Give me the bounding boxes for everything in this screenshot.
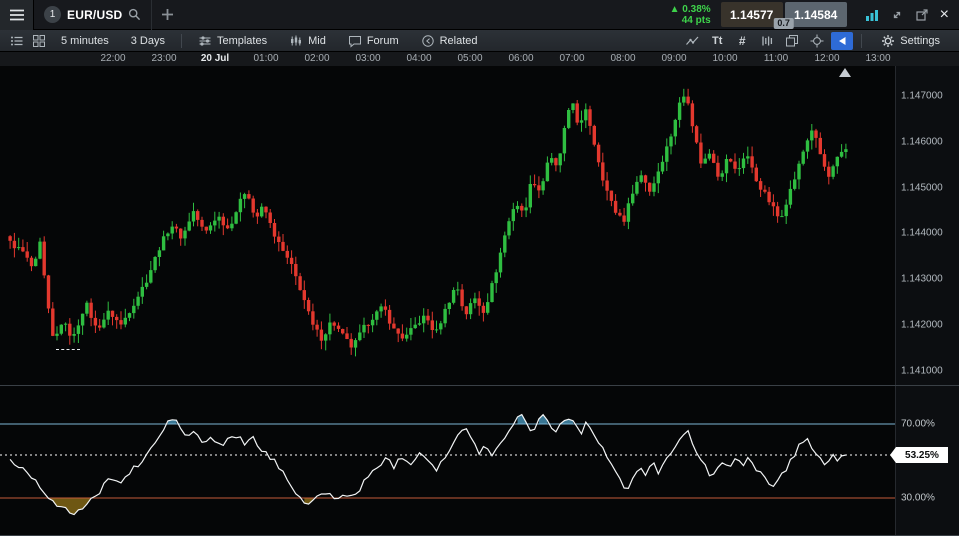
pattern-tool-button[interactable] (756, 32, 778, 50)
toolbar-right-group: Tt # Settings (681, 30, 959, 51)
price-buttons: 1.14577 1.14584 0.7 (721, 2, 847, 27)
range-label: 3 Days (131, 35, 165, 47)
list-icon (10, 34, 24, 48)
settings-label: Settings (900, 35, 940, 47)
time-axis-label: 04:00 (406, 53, 431, 64)
close-icon[interactable]: × (940, 8, 949, 22)
time-axis-label: 06:00 (508, 53, 533, 64)
trading-chart-window: 1 EUR/USD ▲ 0.38% 44 pts 1.14577 1.14584… (0, 0, 959, 536)
back-circle-icon (421, 34, 435, 48)
time-axis-label: 01:00 (253, 53, 278, 64)
time-axis-label: 09:00 (661, 53, 686, 64)
time-axis-label: 13:00 (865, 53, 890, 64)
price-axis-label: 1.147000 (901, 91, 943, 102)
price-axis[interactable]: 1.147000 1.146000 1.145000 1.144000 1.143000… (895, 66, 959, 385)
time-axis[interactable]: 22:00 23:00 20 Jul 01:00 02:00 03:00 04:00 05:0… (0, 52, 959, 66)
text-tool-icon: Tt (712, 35, 722, 47)
grid-tool-button[interactable]: # (731, 32, 753, 50)
price-level-dash (56, 349, 80, 350)
sliders-icon (198, 34, 212, 48)
time-axis-label: 10:00 (712, 53, 737, 64)
indicator-panel: 70.00% 30.00% 53.25% (0, 386, 959, 536)
price-change-summary: ▲ 0.38% 44 pts (670, 4, 711, 26)
current-value-tag: 53.25% (896, 447, 948, 463)
toolbar-separator (181, 34, 182, 48)
instrument-count-badge: 1 (44, 6, 61, 23)
price-axis-label: 1.141000 (901, 365, 943, 376)
spread-value: 0.7 (773, 18, 794, 29)
interval-selector[interactable]: 5 minutes (50, 30, 120, 51)
text-tool-button[interactable]: Tt (706, 32, 728, 50)
topbar: 1 EUR/USD ▲ 0.38% 44 pts 1.14577 1.14584… (0, 0, 959, 30)
up-arrow-icon: ▲ (670, 4, 680, 15)
price-axis-label: 1.144000 (901, 228, 943, 239)
current-time-marker (839, 68, 851, 77)
price-type-label: Mid (308, 35, 326, 47)
plus-icon (162, 9, 173, 20)
pointer-tool-button[interactable] (831, 32, 853, 50)
time-axis-label: 08:00 (610, 53, 635, 64)
forum-label: Forum (367, 35, 399, 47)
pointer-arrow-icon (836, 35, 848, 47)
gear-icon (881, 34, 895, 48)
duplicate-tool-button[interactable] (781, 32, 803, 50)
settings-button[interactable]: Settings (870, 30, 951, 51)
forum-button[interactable]: Forum (337, 30, 410, 51)
main-chart-panel: 1.147000 1.146000 1.145000 1.144000 1.143000… (0, 66, 959, 385)
templates-label: Templates (217, 35, 267, 47)
layout-grid-button[interactable] (28, 32, 50, 50)
change-percent: 0.38% (682, 4, 710, 15)
price-axis-label: 1.146000 (901, 136, 943, 147)
time-axis-label: 03:00 (355, 53, 380, 64)
price-type-button[interactable]: Mid (278, 30, 337, 51)
search-icon[interactable] (128, 8, 141, 21)
trend-lines-icon (685, 34, 700, 48)
change-points: 44 pts (670, 15, 711, 26)
time-axis-label: 22:00 (100, 53, 125, 64)
time-axis-label: 07:00 (559, 53, 584, 64)
oversold-label: 30.00% (901, 493, 935, 504)
market-depth-icon[interactable] (865, 8, 879, 22)
time-axis-label: 20 Jul (201, 53, 229, 64)
time-axis-label: 05:00 (457, 53, 482, 64)
related-button[interactable]: Related (410, 30, 489, 51)
instrument-title: EUR/USD (67, 8, 122, 22)
price-axis-label: 1.145000 (901, 182, 943, 193)
related-label: Related (440, 35, 478, 47)
indicator-axis[interactable]: 70.00% 30.00% 53.25% (895, 386, 959, 536)
chart-toolbar: 5 minutes 3 Days Templates Mid Forum Rel… (0, 30, 959, 52)
time-axis-label: 23:00 (151, 53, 176, 64)
range-selector[interactable]: 3 Days (120, 30, 176, 51)
templates-button[interactable]: Templates (187, 30, 278, 51)
overbought-label: 70.00% (901, 419, 935, 430)
bars-pattern-icon (760, 34, 774, 48)
time-axis-label: 11:00 (764, 53, 788, 64)
crosshair-tool-button[interactable] (806, 32, 828, 50)
topbar-icons: × (855, 8, 959, 22)
overlapping-windows-icon (785, 34, 799, 48)
time-axis-label: 02:00 (304, 53, 329, 64)
speech-bubble-icon (348, 34, 362, 48)
candlestick-plot[interactable] (0, 66, 895, 385)
trendline-tool-button[interactable] (681, 32, 703, 50)
grid-layout-icon (32, 34, 46, 48)
buy-price-button[interactable]: 1.14584 (785, 2, 847, 27)
oscillator-plot[interactable] (0, 386, 895, 536)
interval-label: 5 minutes (61, 35, 109, 47)
main-menu-button[interactable] (0, 0, 34, 30)
mini-candles-icon (289, 34, 303, 48)
hamburger-icon (9, 9, 25, 21)
grid-hash-icon: # (739, 34, 746, 48)
instrument-tab[interactable]: 1 EUR/USD (34, 0, 152, 30)
toolbar-separator (861, 34, 862, 48)
toolbar-left-group: 5 minutes 3 Days Templates Mid Forum Rel… (0, 30, 489, 51)
add-chart-tab-button[interactable] (152, 0, 182, 30)
order-panel-button[interactable] (6, 32, 28, 50)
price-axis-label: 1.142000 (901, 320, 943, 331)
time-axis-label: 12:00 (814, 53, 839, 64)
crosshair-icon (810, 34, 824, 48)
expand-icon[interactable] (890, 8, 904, 22)
popout-icon[interactable] (915, 8, 929, 22)
price-axis-label: 1.143000 (901, 274, 943, 285)
